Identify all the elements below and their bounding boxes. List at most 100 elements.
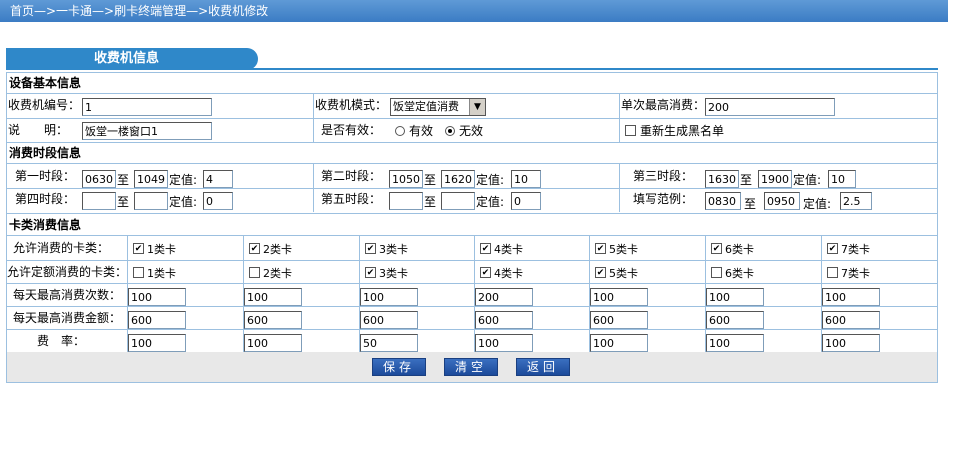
max-amount-card-3-input[interactable]: [360, 311, 418, 329]
clear-button[interactable]: 清空: [444, 358, 498, 376]
period1-start-input[interactable]: [82, 170, 116, 188]
machine-no-input[interactable]: [82, 98, 212, 116]
fixed-allowed-card-5-checkbox[interactable]: [595, 267, 606, 278]
card-type-label: 7类卡: [841, 267, 870, 280]
back-button[interactable]: 返回: [516, 358, 570, 376]
max-amount-card-5-input[interactable]: [590, 311, 648, 329]
period5-start-input[interactable]: [389, 192, 423, 210]
rate-card-3-input[interactable]: [360, 334, 418, 352]
max-amount-card-6-input[interactable]: [706, 311, 764, 329]
divider: [7, 163, 937, 164]
chevron-down-icon: ▼: [469, 99, 485, 115]
divider: [7, 260, 937, 261]
period1-end-input[interactable]: [134, 170, 168, 188]
section-card-types-title: 卡类消费信息: [9, 218, 82, 232]
card-type-label: 5类卡: [609, 267, 638, 280]
allowed-card-3-checkbox[interactable]: [365, 243, 376, 254]
rate-card-2-input[interactable]: [244, 334, 302, 352]
max-times-card-7-input[interactable]: [822, 288, 880, 306]
card-type-label: 3类卡: [379, 243, 408, 256]
period2-end-input[interactable]: [441, 170, 475, 188]
divider: [7, 142, 937, 143]
rate-card-1-input[interactable]: [128, 334, 186, 352]
period5-end-input[interactable]: [441, 192, 475, 210]
fixed-label: 定值:: [803, 197, 832, 211]
period4-label: 第四时段：: [15, 192, 76, 206]
rate-card-5-input[interactable]: [590, 334, 648, 352]
fixed-label: 定值:: [169, 173, 198, 187]
allowed-card-5-checkbox[interactable]: [595, 243, 606, 254]
mode-label: 收费机模式：: [315, 98, 388, 112]
rate-card-6-input[interactable]: [706, 334, 764, 352]
allowed-card-4-checkbox[interactable]: [480, 243, 491, 254]
max-times-card-4-input[interactable]: [475, 288, 533, 306]
example-label: 填写范例：: [633, 192, 694, 206]
fixed-allowed-card-4-checkbox[interactable]: [480, 267, 491, 278]
to-label: 至: [424, 195, 437, 209]
valid-radio[interactable]: [395, 126, 405, 136]
rate-card-7-input[interactable]: [822, 334, 880, 352]
breadcrumb: 首页—>一卡通—>刷卡终端管理—>收费机修改: [0, 0, 948, 22]
fixed-allowed-card-6-checkbox[interactable]: [711, 267, 722, 278]
max-times-card-2-input[interactable]: [244, 288, 302, 306]
mode-select[interactable]: 饭堂定值消费 ▼: [390, 98, 486, 116]
allowed-card-2-checkbox[interactable]: [249, 243, 260, 254]
max-times-card-5-input[interactable]: [590, 288, 648, 306]
mode-select-value: 饭堂定值消费: [393, 100, 459, 113]
allowed-card-1-checkbox[interactable]: [133, 243, 144, 254]
card-type-label: 3类卡: [379, 267, 408, 280]
to-label: 至: [117, 195, 130, 209]
max-times-card-1-input[interactable]: [128, 288, 186, 306]
period4-value-input[interactable]: [203, 192, 233, 210]
allowed-card-6-checkbox[interactable]: [711, 243, 722, 254]
period4-end-input[interactable]: [134, 192, 168, 210]
period5-value-input[interactable]: [511, 192, 541, 210]
example-start-input[interactable]: [705, 192, 741, 210]
max-times-card-3-input[interactable]: [360, 288, 418, 306]
period4-start-input[interactable]: [82, 192, 116, 210]
rate-label: 费 率：: [37, 334, 86, 348]
card-type-label: 6类卡: [725, 243, 754, 256]
max-amount-card-2-input[interactable]: [244, 311, 302, 329]
fixed-allowed-card-2-checkbox[interactable]: [249, 267, 260, 278]
save-button[interactable]: 保存: [372, 358, 426, 376]
card-type-label: 5类卡: [609, 243, 638, 256]
rate-card-4-input[interactable]: [475, 334, 533, 352]
fixed-label: 定值:: [169, 195, 198, 209]
allowed-cards-label: 允许消费的卡类：: [13, 241, 110, 255]
regen-blacklist-checkbox[interactable]: [625, 125, 636, 136]
period2-value-input[interactable]: [511, 170, 541, 188]
allowed-card-7-checkbox[interactable]: [827, 243, 838, 254]
period3-end-input[interactable]: [758, 170, 792, 188]
card-type-label: 4类卡: [494, 267, 523, 280]
invalid-radio[interactable]: [445, 126, 455, 136]
max-single-input[interactable]: [705, 98, 835, 116]
period1-value-input[interactable]: [203, 170, 233, 188]
fixed-allowed-card-7-checkbox[interactable]: [827, 267, 838, 278]
card-type-label: 1类卡: [147, 267, 176, 280]
max-times-card-6-input[interactable]: [706, 288, 764, 306]
form-footer: 保存 清空 返回: [7, 352, 937, 382]
valid-option-label: 有效: [409, 124, 434, 138]
max-times-label: 每天最高消费次数：: [13, 288, 122, 302]
max-amount-card-7-input[interactable]: [822, 311, 880, 329]
period3-value-input[interactable]: [828, 170, 856, 188]
fixed-allowed-card-1-checkbox[interactable]: [133, 267, 144, 278]
max-amount-card-1-input[interactable]: [128, 311, 186, 329]
period3-start-input[interactable]: [705, 170, 739, 188]
divider: [7, 188, 937, 189]
description-label: 说 明：: [8, 123, 69, 137]
max-single-label: 单次最高消费：: [621, 98, 706, 112]
section-basic-title: 设备基本信息: [9, 76, 82, 90]
divider: [7, 329, 937, 330]
period5-label: 第五时段：: [321, 192, 382, 206]
machine-form: 设备基本信息 收费机编号： 收费机模式： 饭堂定值消费 ▼ 单次最高消费： 说 …: [6, 72, 938, 383]
max-amount-card-4-input[interactable]: [475, 311, 533, 329]
description-input[interactable]: [82, 122, 212, 140]
divider: [7, 306, 937, 307]
example-value-input[interactable]: [840, 192, 872, 210]
fixed-allowed-card-3-checkbox[interactable]: [365, 267, 376, 278]
period2-start-input[interactable]: [389, 170, 423, 188]
to-label: 至: [117, 173, 130, 187]
example-end-input[interactable]: [764, 192, 800, 210]
